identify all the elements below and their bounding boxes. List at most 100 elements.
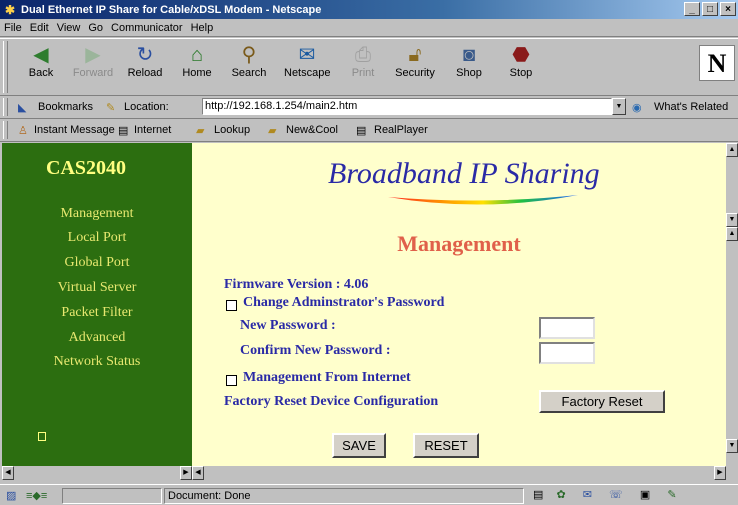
forward-button[interactable]: ▶ Forward (70, 41, 116, 85)
whats-related-icon: ◉ (632, 102, 642, 114)
instant-message-icon: ♙ (18, 125, 28, 137)
print-icon: ⎙ (355, 44, 371, 66)
netscape-button[interactable]: ✉ Netscape (284, 41, 330, 85)
window-title: Dual Ethernet IP Share for Cable/xDSL Mo… (21, 3, 322, 16)
sidebar-item-global-port[interactable]: Global Port (2, 255, 192, 271)
component-icon-5[interactable]: ▣ (640, 489, 650, 501)
personal-grip[interactable] (3, 121, 8, 139)
netscape-app-icon: ✱ (4, 2, 16, 17)
menu-communicator[interactable]: Communicator (111, 22, 183, 34)
security-button[interactable]: 🔓︎ Security (392, 41, 438, 85)
title-bar: ✱ Dual Ethernet IP Share for Cable/xDSL … (0, 0, 738, 19)
component-icon-4[interactable]: ☏ (609, 489, 623, 501)
management-internet-checkbox[interactable] (226, 375, 237, 386)
main-horizontal-scrollbar[interactable]: ◀ ▶ (192, 466, 726, 480)
broadband-logo: Broadband IP Sharing (328, 155, 618, 217)
menu-go[interactable]: Go (88, 22, 103, 34)
placeholder-square-icon (38, 432, 46, 441)
whats-related-button[interactable]: What's Related (654, 101, 728, 113)
stop-button[interactable]: ⬣ Stop (498, 41, 544, 85)
reload-icon: ↻ (136, 44, 154, 66)
sidebar-item-network-status[interactable]: Network Status (2, 354, 192, 370)
sidebar-scroll-left-icon[interactable]: ◀ (2, 466, 14, 480)
factory-reset-label: Factory Reset Device Configuration (224, 394, 439, 409)
scroll-down-arrow-2-icon[interactable]: ▼ (726, 439, 738, 453)
location-icon: ✎ (106, 102, 116, 114)
sidebar-item-packet-filter[interactable]: Packet Filter (2, 305, 192, 321)
main-scroll-right-icon[interactable]: ▶ (714, 466, 726, 480)
new-password-field[interactable] (539, 317, 595, 339)
sidebar-frame: CAS2040 Management Local Port Global Por… (2, 143, 192, 466)
navigation-toolbar: ◀ Back ▶ Forward ↻ Reload ⌂ Home ⚲ Searc… (0, 38, 738, 96)
device-brand: CAS2040 (46, 157, 127, 179)
management-internet-label: Management From Internet (243, 370, 411, 385)
main-frame: Broadband IP Sharing Management Firmware… (192, 143, 726, 466)
bookmarks-icon: ◣ (18, 102, 27, 114)
lookup-folder-icon: ▰ (196, 125, 205, 137)
sidebar-horizontal-scrollbar[interactable]: ◀ ▶ (2, 466, 192, 480)
component-icon-6[interactable]: ✎ (667, 489, 676, 501)
location-grip[interactable] (3, 98, 8, 116)
toolbar-grip[interactable] (3, 41, 8, 93)
status-text: Document: Done (164, 488, 524, 504)
vertical-scrollbar[interactable]: ▲ ▼ ▲ ▼ (726, 143, 738, 466)
logo-swoosh-icon (388, 195, 578, 205)
menu-help[interactable]: Help (191, 22, 214, 34)
component-bar: ▤ ✿ ✉ ☏ ▣ ✎ (526, 488, 736, 504)
sidebar-item-local-port[interactable]: Local Port (2, 230, 192, 246)
sidebar-scroll-right-icon[interactable]: ▶ (180, 466, 192, 480)
close-button[interactable]: × (720, 2, 736, 16)
page-heading: Management (397, 231, 521, 256)
change-password-label: Change Adminstrator's Password (243, 295, 445, 310)
newcool-link[interactable]: New&Cool (286, 124, 338, 136)
stop-icon: ⬣ (512, 44, 530, 66)
scroll-down-arrow-icon[interactable]: ▼ (726, 213, 738, 227)
scroll-up-arrow-2-icon[interactable]: ▲ (726, 227, 738, 241)
maximize-button[interactable]: □ (702, 2, 718, 16)
status-bar: ▨ ≡◆≡ Document: Done ▤ ✿ ✉ ☏ ▣ ✎ (0, 484, 738, 505)
progress-panel (62, 488, 162, 504)
sidebar-item-management[interactable]: Management (2, 206, 192, 222)
search-icon: ⚲ (241, 44, 257, 66)
reload-button[interactable]: ↻ Reload (122, 41, 168, 85)
reset-button[interactable]: RESET (413, 433, 479, 458)
sidebar-item-virtual-server[interactable]: Virtual Server (2, 280, 192, 296)
home-button[interactable]: ⌂ Home (174, 41, 220, 85)
instant-message-link[interactable]: Instant Message (34, 124, 115, 136)
connection-icon: ▨ (6, 490, 17, 502)
factory-reset-button[interactable]: Factory Reset (539, 390, 665, 413)
back-arrow-icon: ◀ (33, 44, 49, 66)
print-button[interactable]: ⎙ Print (340, 41, 386, 85)
component-icon-3[interactable]: ✉ (583, 489, 592, 501)
main-scroll-left-icon[interactable]: ◀ (192, 466, 204, 480)
back-button[interactable]: ◀ Back (18, 41, 64, 85)
component-icon-1[interactable]: ▤ (533, 489, 543, 501)
internet-icon: ▤ (118, 125, 129, 137)
menu-view[interactable]: View (57, 22, 81, 34)
component-icon-2[interactable]: ✿ (556, 489, 565, 501)
bookmarks-button[interactable]: Bookmarks (38, 101, 93, 113)
change-password-checkbox[interactable] (226, 300, 237, 311)
shop-icon: ◙ (462, 44, 476, 66)
url-dropdown-button[interactable]: ▼ (612, 98, 626, 115)
search-button[interactable]: ⚲ Search (226, 41, 272, 85)
lookup-link[interactable]: Lookup (214, 124, 250, 136)
shop-button[interactable]: ◙ Shop (446, 41, 492, 85)
window-controls: _ □ × (682, 2, 736, 16)
lock-icon: 🔓︎ (408, 44, 422, 66)
scroll-up-arrow-icon[interactable]: ▲ (726, 143, 738, 157)
menu-file[interactable]: File (4, 22, 22, 34)
menu-edit[interactable]: Edit (30, 22, 49, 34)
url-input[interactable]: http://192.168.1.254/main2.htm (202, 98, 612, 115)
realplayer-link[interactable]: RealPlayer (374, 124, 428, 136)
minimize-button[interactable]: _ (684, 2, 700, 16)
save-button[interactable]: SAVE (332, 433, 386, 458)
confirm-password-field[interactable] (539, 342, 595, 364)
confirm-password-label: Confirm New Password : (240, 343, 391, 358)
menu-bar: File Edit View Go Communicator Help (0, 19, 738, 37)
netscape-logo[interactable]: N (699, 45, 735, 81)
sidebar-item-advanced[interactable]: Advanced (2, 330, 192, 346)
forward-arrow-icon: ▶ (85, 44, 101, 66)
location-toolbar: ◣ Bookmarks ✎ Location: http://192.168.1… (0, 96, 738, 119)
internet-link[interactable]: Internet (134, 124, 171, 136)
